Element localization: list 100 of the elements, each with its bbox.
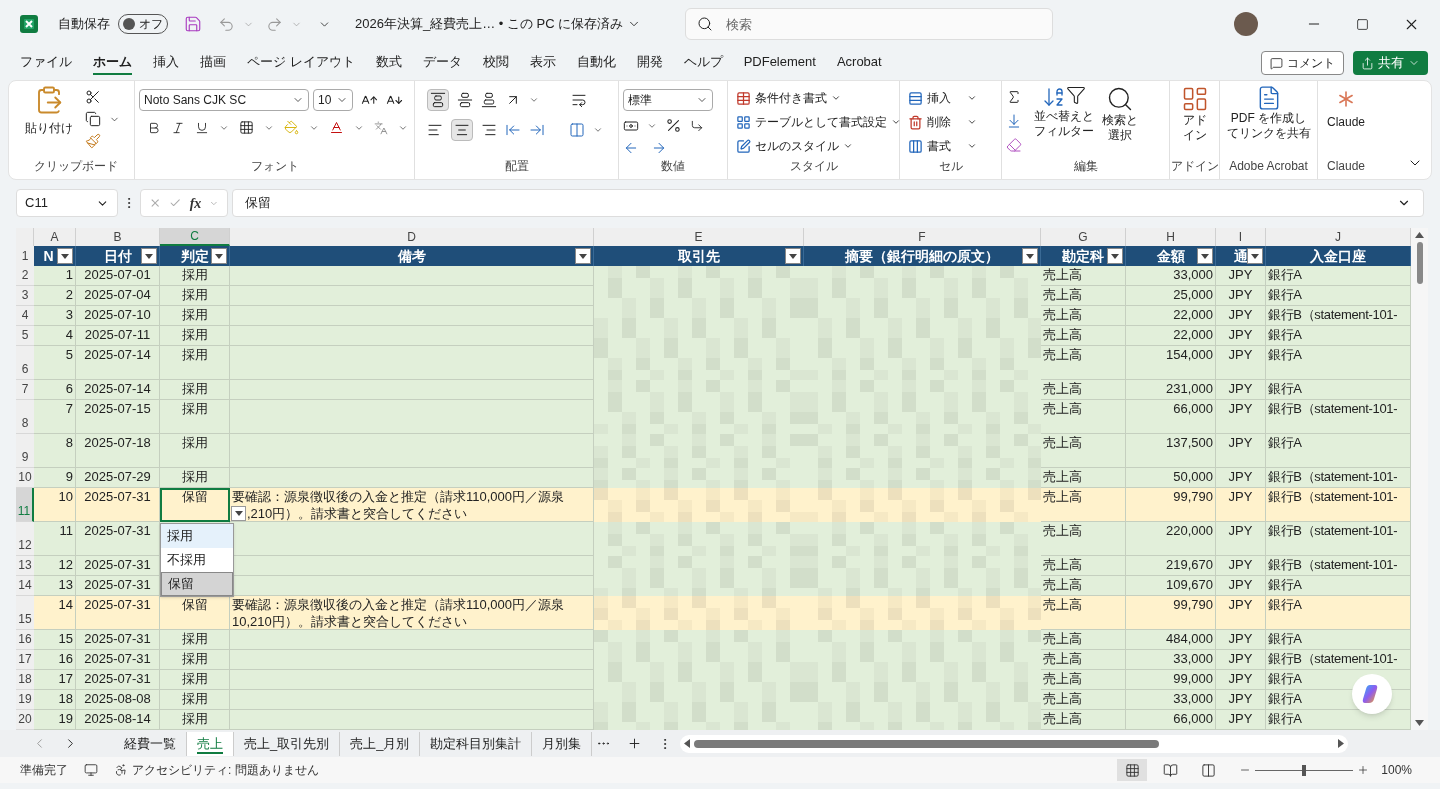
filter-button[interactable] [1247, 248, 1263, 264]
header-cell[interactable]: 日付 [76, 246, 160, 266]
zoom-in-icon[interactable] [1357, 764, 1370, 776]
filter-button[interactable] [1022, 248, 1038, 264]
number-format-select[interactable]: 標準 [623, 89, 713, 111]
font-color-icon[interactable] [329, 120, 344, 135]
insert-function-button[interactable]: fx [189, 192, 202, 214]
menu-tab[interactable]: 描画 [200, 51, 226, 75]
font-size-select[interactable]: 10 [313, 89, 353, 111]
menu-tab[interactable]: ヘルプ [683, 51, 723, 75]
styles-menu-button[interactable]: セルのスタイル [736, 137, 901, 155]
row-header[interactable]: 17 [16, 650, 34, 670]
row-header[interactable]: 5 [16, 326, 34, 346]
row-header[interactable]: 11 [16, 488, 34, 522]
menu-tab[interactable]: ページ レイアウト [247, 51, 355, 75]
bold-icon[interactable] [147, 120, 161, 135]
zoom-percent[interactable]: 100% [1381, 761, 1412, 779]
filter-button[interactable] [1107, 248, 1123, 264]
column-header[interactable]: C [160, 228, 230, 246]
header-cell[interactable]: 取引先 [594, 246, 804, 266]
top-align-button[interactable] [427, 89, 449, 111]
row-header[interactable]: 6 [16, 346, 34, 380]
filter-button[interactable] [57, 248, 73, 264]
zoom-slider[interactable] [1255, 764, 1354, 776]
filter-button[interactable] [211, 248, 227, 264]
undo-icon[interactable] [218, 15, 235, 33]
menu-tab[interactable]: 表示 [529, 51, 556, 75]
row-header[interactable]: 2 [16, 266, 34, 286]
cells-menu-button[interactable]: 書式 [908, 137, 977, 155]
phonetic-icon[interactable] [374, 120, 388, 135]
menu-tab[interactable]: 校閲 [482, 51, 509, 75]
menu-tab[interactable]: 挿入 [153, 51, 179, 75]
row-header[interactable]: 8 [16, 400, 34, 434]
header-cell[interactable]: N [34, 246, 76, 266]
chevron-icon[interactable] [529, 95, 539, 105]
sheet-tab[interactable]: 勘定科目別集計 [420, 731, 533, 756]
sheet-tab[interactable]: 売上_月別 [340, 731, 421, 756]
row-header[interactable]: 15 [16, 596, 34, 630]
filter-button[interactable] [575, 248, 591, 264]
maximize-icon[interactable] [1356, 17, 1369, 31]
fill-color-icon[interactable] [284, 120, 299, 135]
redo-icon[interactable] [266, 15, 283, 33]
search-field[interactable]: 検索 [685, 8, 1054, 40]
add-sheet-icon[interactable] [627, 736, 643, 751]
app-logo-icon[interactable] [20, 15, 38, 33]
align-right-icon[interactable] [481, 122, 497, 138]
menu-tab[interactable]: ファイル [20, 51, 72, 75]
wrap-text-icon[interactable] [571, 92, 587, 108]
scroll-left-icon[interactable] [684, 739, 691, 748]
menu-tab[interactable]: 自動化 [576, 51, 616, 75]
row-header[interactable]: 7 [16, 380, 34, 400]
row-header[interactable]: 13 [16, 556, 34, 576]
font-family-select[interactable]: Noto Sans CJK SC [139, 89, 309, 111]
row-header[interactable]: 18 [16, 670, 34, 690]
paste-button[interactable]: 貼り付け [21, 85, 77, 157]
formula-field[interactable]: 保留 [232, 189, 1424, 217]
autosum-icon[interactable] [1006, 89, 1022, 105]
name-box[interactable]: C11 [16, 189, 118, 217]
align-left-icon[interactable] [427, 122, 443, 138]
row-header[interactable]: 12 [16, 522, 34, 556]
increase-decimal-icon[interactable] [623, 140, 639, 156]
vertical-scrollbar[interactable] [1411, 228, 1428, 730]
header-cell[interactable]: 勘定科 [1041, 246, 1126, 266]
header-cell[interactable]: 判定 [160, 246, 230, 266]
claude-button[interactable]: Claude [1322, 85, 1370, 157]
row-header[interactable]: 20 [16, 710, 34, 730]
format-painter-icon[interactable] [85, 133, 101, 149]
addins-button[interactable]: アド イン [1174, 85, 1215, 157]
row-header[interactable]: 19 [16, 690, 34, 710]
header-cell[interactable]: 摘要（銀行明細の原文） [804, 246, 1041, 266]
filter-button[interactable] [141, 248, 157, 264]
border-icon[interactable] [239, 120, 254, 135]
dropdown-option[interactable]: 採用 [161, 524, 233, 548]
percent-icon[interactable] [665, 117, 682, 134]
share-icon[interactable] [1361, 56, 1374, 70]
menu-tab[interactable]: ホーム [93, 51, 132, 75]
dropdown-option[interactable]: 不採用 [161, 548, 233, 572]
clear-icon[interactable] [1006, 137, 1022, 153]
comment-icon[interactable] [1270, 56, 1283, 70]
menu-tab[interactable]: Acrobat [836, 51, 882, 75]
create-pdf-button[interactable]: PDF を作成し てリンクを共有 [1224, 85, 1313, 157]
accessibility-icon[interactable] [114, 763, 128, 777]
find-select-button[interactable]: 検索と 選択 [1102, 85, 1138, 157]
dropdown-arrow-button[interactable] [231, 506, 246, 521]
filter-button[interactable] [785, 248, 801, 264]
menu-tab[interactable]: 開発 [636, 51, 663, 75]
row-header[interactable]: 10 [16, 468, 34, 488]
increase-indent-icon[interactable] [529, 122, 545, 138]
scroll-down-icon[interactable] [1415, 720, 1424, 726]
underline-icon[interactable] [195, 120, 209, 135]
row-header[interactable]: 14 [16, 576, 34, 596]
cut-icon[interactable] [85, 89, 101, 105]
decrease-decimal-icon[interactable] [651, 140, 667, 156]
save-icon[interactable] [184, 15, 202, 33]
styles-menu-button[interactable]: テーブルとして書式設定 [736, 113, 901, 131]
row-header[interactable]: 1 [16, 246, 34, 266]
align-center-button[interactable] [451, 119, 473, 141]
menu-tab[interactable]: PDFelement [743, 51, 816, 75]
scroll-right-icon[interactable] [1338, 739, 1345, 748]
avatar[interactable] [1234, 12, 1258, 36]
